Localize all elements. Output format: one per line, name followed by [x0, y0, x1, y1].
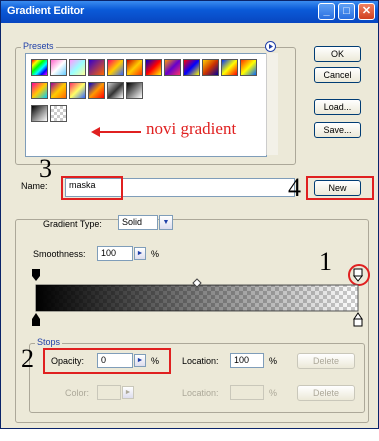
smoothness-percent: %	[151, 249, 160, 259]
name-highlight	[61, 176, 123, 200]
preset-swatch[interactable]	[88, 82, 105, 99]
color-label: Color:	[65, 388, 90, 398]
preset-swatch[interactable]	[50, 105, 67, 122]
preset-swatch[interactable]	[50, 82, 67, 99]
maximize-icon[interactable]: □	[338, 3, 355, 20]
smoothness-label: Smoothness:	[33, 249, 86, 259]
opacity-stop-left[interactable]	[32, 269, 40, 281]
preset-swatch[interactable]	[240, 59, 257, 76]
color-location-label: Location:	[182, 388, 219, 398]
new-highlight	[306, 176, 374, 200]
annotation-2: 2	[21, 344, 34, 373]
preset-swatch[interactable]	[126, 59, 143, 76]
presets-scrollbar[interactable]	[266, 53, 278, 155]
save-button[interactable]: Save...	[314, 122, 361, 138]
gradient-type-label: Gradient Type:	[43, 219, 102, 229]
preset-swatch[interactable]	[202, 59, 219, 76]
window-title: Gradient Editor	[7, 5, 85, 17]
gradient-type-select[interactable]: Solid	[118, 215, 158, 230]
opacity-stop-right-selected[interactable]	[352, 268, 364, 282]
preset-swatch[interactable]	[31, 105, 48, 122]
arrow-right-circle-icon[interactable]	[265, 41, 276, 52]
preset-swatch[interactable]	[50, 59, 67, 76]
arrow-left-icon	[91, 127, 141, 137]
preset-swatch[interactable]	[69, 82, 86, 99]
delete-color-stop-button[interactable]: Delete	[297, 385, 355, 401]
stops-label: Stops	[35, 337, 63, 347]
location-label: Location:	[182, 356, 219, 366]
color-arrow-icon[interactable]: ►	[122, 386, 134, 399]
name-label: Name:	[21, 181, 48, 191]
cancel-button[interactable]: Cancel	[314, 67, 361, 83]
location-percent: %	[269, 356, 278, 366]
chevron-down-icon[interactable]: ▼	[159, 215, 173, 230]
color-stop-right[interactable]	[353, 312, 363, 327]
preset-swatch[interactable]	[88, 59, 105, 76]
preset-swatch[interactable]	[31, 82, 48, 99]
ok-button[interactable]: OK	[314, 46, 361, 62]
delete-opacity-stop-button[interactable]: Delete	[297, 353, 355, 369]
preset-swatch[interactable]	[221, 59, 238, 76]
preset-swatch[interactable]	[126, 82, 143, 99]
color-stop-left[interactable]	[32, 313, 40, 326]
color-location-percent: %	[269, 388, 278, 398]
preset-swatch[interactable]	[183, 59, 200, 76]
preset-swatch[interactable]	[164, 59, 181, 76]
preset-swatch[interactable]	[107, 82, 124, 99]
preset-swatch[interactable]	[69, 59, 86, 76]
preset-swatch[interactable]	[107, 59, 124, 76]
gradient-bar[interactable]	[31, 267, 365, 327]
preset-swatch[interactable]	[145, 59, 162, 76]
smoothness-input[interactable]: 100	[97, 246, 133, 261]
smoothness-arrow-icon[interactable]: ►	[134, 247, 146, 260]
preset-swatch[interactable]	[31, 59, 48, 76]
opacity-highlight	[43, 348, 171, 374]
minimize-icon[interactable]: _	[318, 3, 335, 20]
color-swatch[interactable]	[97, 385, 121, 400]
annotation-4: 4	[288, 173, 301, 202]
load-button[interactable]: Load...	[314, 99, 361, 115]
novi-gradient-annotation: novi gradient	[146, 119, 237, 138]
location-input[interactable]: 100	[230, 353, 264, 368]
presets-label: Presets	[21, 41, 56, 51]
gradient-editor-window: Gradient Editor _ □ ✕ Presets novi gradi…	[0, 0, 379, 429]
color-location-input[interactable]	[230, 385, 264, 400]
annotation-3: 3	[39, 154, 52, 183]
close-icon[interactable]: ✕	[358, 3, 375, 20]
title-bar[interactable]: Gradient Editor _ □ ✕	[1, 1, 378, 23]
